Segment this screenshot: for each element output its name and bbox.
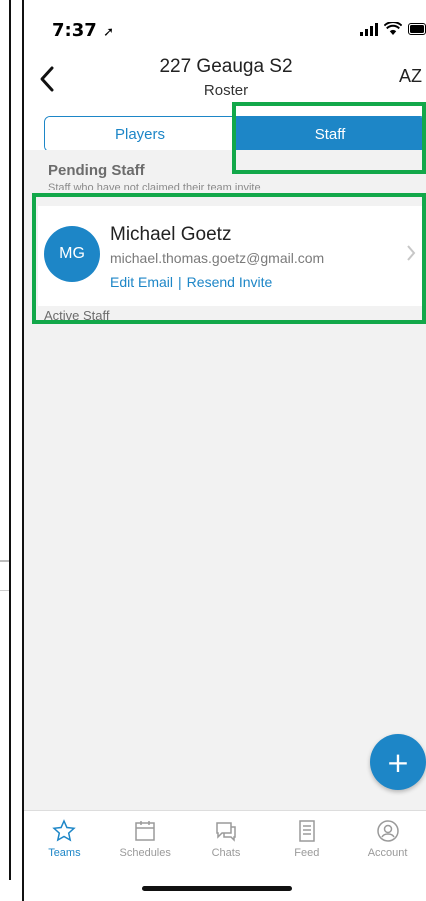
tab-teams[interactable]: Teams (24, 811, 105, 881)
tab-feed[interactable]: Feed (266, 811, 347, 881)
nav-bar: 227 Geauga S2 Roster AZ (24, 56, 426, 106)
home-indicator (142, 886, 292, 891)
pending-staff-subheader: Staff who have not claimed their team in… (48, 182, 261, 190)
tab-account[interactable]: Account (347, 811, 426, 881)
plus-icon: + (386, 745, 410, 779)
tab-account-label: Account (367, 847, 408, 859)
team-title: 227 Geauga S2 (159, 56, 293, 77)
phone-screen: 7:37 ➚ 227 Geauga S2 Roster AZ Players S… (22, 0, 426, 901)
adjacent-screenshot-edge (0, 0, 16, 901)
account-icon (376, 820, 399, 842)
signal-icon (360, 22, 378, 36)
tab-schedules[interactable]: Schedules (105, 811, 186, 881)
pending-staff-header: Pending Staff (48, 162, 145, 179)
bottom-tab-bar: Teams Schedules Chats Feed Account (24, 810, 426, 881)
status-time: 7:37 ➚ (52, 20, 114, 41)
wifi-icon (384, 22, 402, 36)
chat-icon (216, 822, 236, 842)
tab-teams-label: Teams (48, 847, 81, 859)
status-bar: 7:37 ➚ (24, 0, 426, 56)
tab-schedules-label: Schedules (119, 847, 171, 859)
staff-tab-highlight (232, 102, 426, 174)
star-icon (52, 819, 77, 842)
feed-icon (299, 820, 315, 842)
tab-chats[interactable]: Chats (186, 811, 267, 881)
add-staff-button[interactable]: + (370, 734, 426, 790)
pending-staff-highlight (32, 193, 426, 324)
status-icons (360, 22, 426, 36)
battery-icon (408, 23, 426, 35)
roster-subtitle: Roster (203, 82, 249, 99)
calendar-icon (135, 821, 155, 841)
tab-feed-label: Feed (294, 847, 320, 859)
tab-chats-label: Chats (211, 847, 241, 859)
location-arrow-icon: ➚ (103, 25, 114, 40)
sort-az-icon: AZ (398, 66, 422, 86)
sort-az-button[interactable]: AZ (399, 66, 422, 87)
tab-players[interactable]: Players (45, 117, 235, 151)
